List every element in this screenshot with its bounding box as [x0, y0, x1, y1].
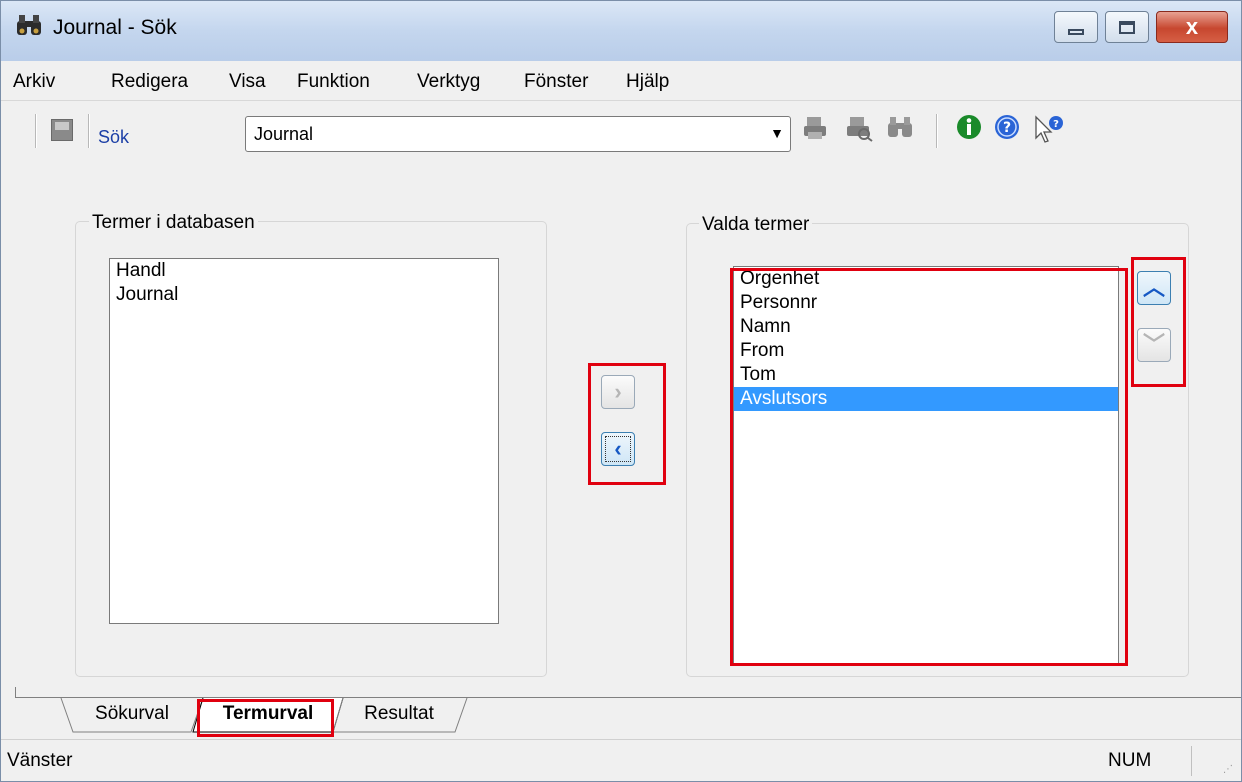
move-up-button[interactable]: ︿	[1137, 271, 1171, 305]
chevron-up-icon: ︿	[1142, 275, 1165, 300]
help-icon[interactable]: ?	[994, 114, 1020, 148]
close-button[interactable]: x	[1156, 11, 1228, 43]
list-item-selected[interactable]: Avslutsors	[734, 387, 1118, 411]
menu-fonster[interactable]: Fönster	[524, 71, 588, 93]
selected-terms-label: Valda termer	[699, 214, 813, 236]
tab-termurval[interactable]: Termurval	[208, 698, 328, 733]
status-bar: Vänster NUM ⋰	[1, 739, 1241, 781]
move-down-button[interactable]: ﹀	[1137, 328, 1171, 362]
binoculars-icon	[15, 13, 43, 45]
menu-redigera[interactable]: Redigera	[111, 71, 188, 93]
title-bar[interactable]: Journal - Sök x	[1, 1, 1241, 61]
database-combo-value: Journal	[254, 124, 314, 144]
status-separator	[1191, 746, 1192, 776]
menu-arkiv[interactable]: Arkiv	[13, 71, 55, 93]
add-term-button[interactable]: ›	[601, 375, 635, 409]
minimize-icon	[1068, 29, 1084, 35]
chevron-right-icon: ›	[614, 379, 622, 404]
list-item[interactable]: Journal	[110, 283, 498, 307]
chevron-down-icon: ﹀	[1142, 332, 1165, 357]
menu-hjalp[interactable]: Hjälp	[626, 71, 669, 93]
tab-resultat[interactable]: Resultat	[351, 698, 447, 733]
menu-visa[interactable]: Visa	[229, 71, 266, 93]
toolbar-separator	[88, 114, 90, 148]
num-lock-indicator: NUM	[1108, 750, 1152, 771]
svg-text:?: ?	[1053, 119, 1059, 130]
menu-verktyg[interactable]: Verktyg	[417, 71, 480, 93]
toolbar-separator	[35, 114, 37, 148]
resize-grip-icon[interactable]: ⋰	[1223, 765, 1233, 775]
database-terms-list[interactable]: Handl Journal	[109, 258, 499, 624]
maximize-icon	[1119, 20, 1135, 34]
focus-indicator	[605, 436, 631, 462]
list-item[interactable]: Personnr	[734, 291, 1118, 315]
status-text: Vänster	[7, 750, 73, 771]
window-title: Journal - Sök	[53, 16, 177, 39]
close-icon: x	[1185, 14, 1199, 39]
list-item[interactable]: Orgenhet	[734, 267, 1118, 291]
tab-sokurval[interactable]: Sökurval	[87, 698, 177, 733]
minimize-button[interactable]	[1054, 11, 1098, 43]
menu-bar: Arkiv Redigera Visa Funktion Verktyg Fön…	[1, 61, 1241, 101]
info-icon[interactable]	[956, 114, 982, 148]
chevron-down-icon[interactable]: ▼	[770, 125, 784, 141]
list-item[interactable]: Namn	[734, 315, 1118, 339]
database-combo[interactable]: Journal ▼	[245, 116, 791, 152]
save-icon[interactable]	[51, 119, 73, 141]
printer-icon[interactable]	[801, 114, 829, 150]
search-label[interactable]: Sök	[98, 127, 129, 148]
app-window: Journal - Sök x Arkiv Redigera Visa Funk…	[0, 0, 1242, 782]
database-terms-label: Termer i databasen	[89, 212, 258, 234]
toolbar-separator	[936, 114, 938, 148]
list-item[interactable]: Tom	[734, 363, 1118, 387]
svg-text:?: ?	[1003, 120, 1011, 136]
print-preview-icon[interactable]	[844, 114, 874, 150]
maximize-button[interactable]	[1105, 11, 1149, 43]
binoculars-icon[interactable]	[886, 114, 914, 148]
selected-terms-list[interactable]: Orgenhet Personnr Namn From Tom Avslutso…	[733, 266, 1119, 666]
remove-term-button[interactable]: ‹	[601, 432, 635, 466]
list-item[interactable]: Handl	[110, 259, 498, 283]
menu-funktion[interactable]: Funktion	[297, 71, 370, 93]
whats-this-icon[interactable]: ?	[1033, 114, 1065, 152]
list-item[interactable]: From	[734, 339, 1118, 363]
tabs-divider	[15, 687, 16, 697]
